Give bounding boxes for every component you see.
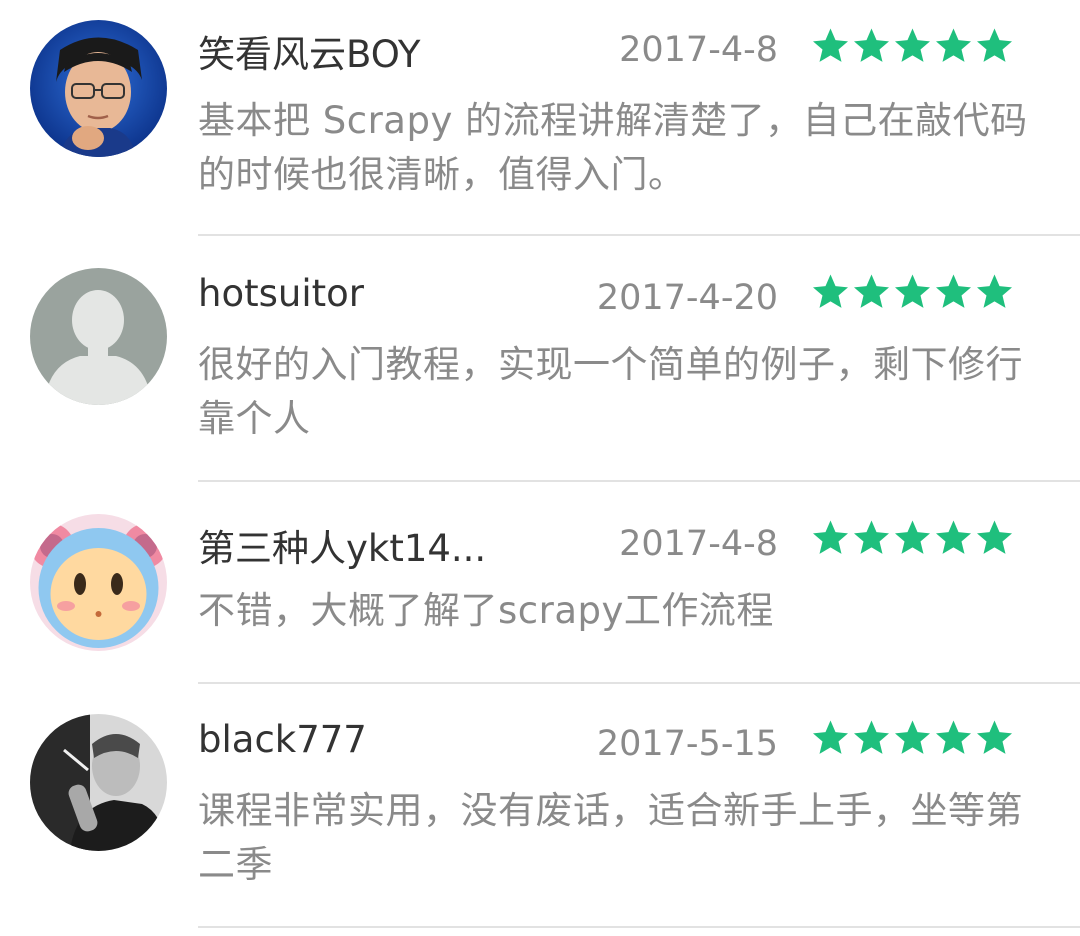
username[interactable]: 笑看风云BOY — [198, 24, 420, 78]
avatar-photo-icon — [30, 20, 167, 157]
review-date: 2017-5-15 — [596, 724, 778, 764]
default-user-icon — [30, 268, 167, 405]
username[interactable]: black777 — [198, 718, 367, 761]
star-icon — [851, 718, 892, 758]
star-icon — [933, 26, 974, 66]
star-rating — [810, 26, 1015, 66]
star-icon — [974, 518, 1015, 558]
review-item: 第三种人ykt14... 2017-4-8 不错，大概了解了scrapy工作流程 — [0, 482, 1080, 684]
review-date: 2017-4-8 — [619, 524, 778, 564]
username[interactable]: hotsuitor — [198, 272, 364, 315]
review-comment: 基本把 Scrapy 的流程讲解清楚了，自己在敲代码的时候也很清晰，值得入门。 — [198, 99, 1028, 196]
user-avatar[interactable] — [30, 20, 167, 157]
review-comment: 很好的入门教程，实现一个简单的例子，剩下修行靠个人 — [198, 343, 1023, 440]
user-avatar[interactable] — [30, 514, 167, 651]
star-rating — [810, 718, 1015, 758]
review-item: black777 2017-5-15 课程非常实用，没有废话，适合新手上手，坐等… — [0, 684, 1080, 936]
star-icon — [974, 272, 1015, 312]
review-item: hotsuitor 2017-4-20 很好的入门教程，实现一个简单的例子，剩下… — [0, 236, 1080, 482]
review-date: 2017-4-20 — [596, 278, 778, 318]
divider — [198, 926, 1080, 928]
star-icon — [810, 518, 851, 558]
review-date: 2017-4-8 — [619, 30, 778, 70]
user-avatar[interactable] — [30, 268, 167, 405]
star-icon — [974, 718, 1015, 758]
bw-photo-avatar-icon — [30, 714, 167, 851]
star-rating — [810, 518, 1015, 558]
user-avatar[interactable] — [30, 714, 167, 851]
star-icon — [933, 518, 974, 558]
star-icon — [810, 718, 851, 758]
star-icon — [974, 26, 1015, 66]
username[interactable]: 第三种人ykt14... — [198, 518, 486, 572]
star-icon — [810, 26, 851, 66]
review-comment: 课程非常实用，没有废话，适合新手上手，坐等第二季 — [198, 789, 1023, 886]
review-item: 笑看风云BOY 2017-4-8 基本把 Scrapy 的流程讲解清楚了，自己在… — [0, 0, 1080, 236]
star-icon — [851, 272, 892, 312]
star-icon — [892, 718, 933, 758]
review-list: 笑看风云BOY 2017-4-8 基本把 Scrapy 的流程讲解清楚了，自己在… — [0, 0, 1080, 936]
star-icon — [851, 26, 892, 66]
star-rating — [810, 272, 1015, 312]
star-icon — [933, 272, 974, 312]
star-icon — [933, 718, 974, 758]
star-icon — [892, 26, 933, 66]
star-icon — [892, 518, 933, 558]
star-icon — [892, 272, 933, 312]
review-comment: 不错，大概了解了scrapy工作流程 — [198, 589, 774, 632]
cartoon-avatar-icon — [30, 514, 167, 651]
star-icon — [810, 272, 851, 312]
star-icon — [851, 518, 892, 558]
